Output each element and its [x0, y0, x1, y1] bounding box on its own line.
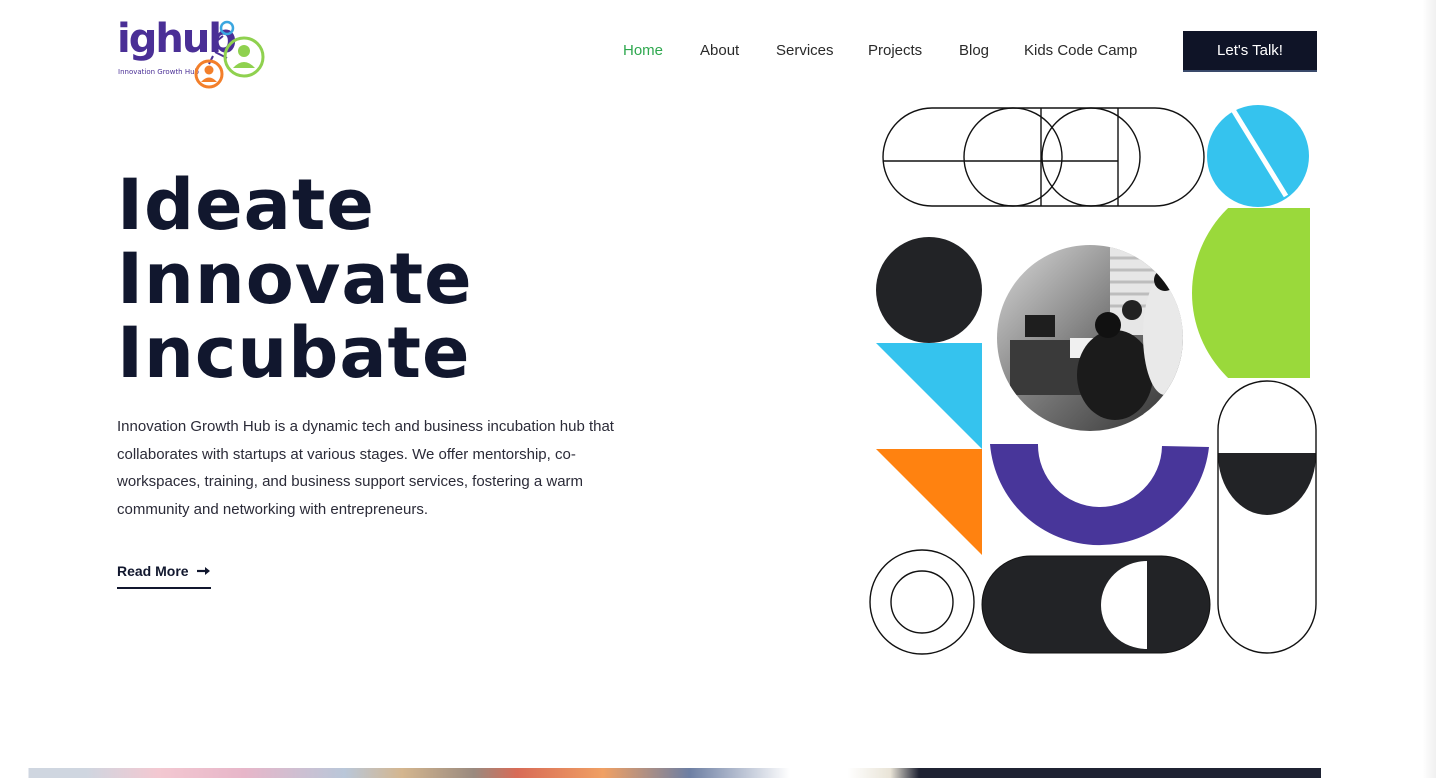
- nav-home[interactable]: Home: [623, 42, 663, 59]
- team-photo-circle: [997, 245, 1183, 431]
- hero-title-line-3: Incubate: [117, 312, 471, 394]
- lets-talk-button[interactable]: Let's Talk!: [1183, 31, 1317, 72]
- dark-toggle-pill-shape: [981, 555, 1211, 654]
- nav-kids-code-camp[interactable]: Kids Code Camp: [1024, 42, 1137, 59]
- dark-circle-shape: [876, 237, 982, 343]
- logo-people-icon: [194, 20, 265, 89]
- hero-title-line-1: Ideate: [117, 164, 375, 246]
- nav-about[interactable]: About: [700, 42, 739, 59]
- nav-projects[interactable]: Projects: [868, 42, 922, 59]
- scrollbar-shadow: [1422, 0, 1436, 778]
- arrow-right-icon: [196, 567, 210, 575]
- read-more-label: Read More: [117, 563, 189, 579]
- hero-description: Innovation Growth Hub is a dynamic tech …: [117, 418, 614, 518]
- blue-circle-shape: [1207, 105, 1309, 207]
- read-more-link[interactable]: Read More: [117, 563, 211, 589]
- orange-triangle-shape: [876, 449, 982, 555]
- purple-arc-shape: [990, 444, 1209, 546]
- outline-concentric-circles: [869, 549, 975, 655]
- nav-services[interactable]: Services: [776, 42, 834, 59]
- outline-pill-shape: [1217, 380, 1317, 654]
- nav-blog[interactable]: Blog: [959, 42, 989, 59]
- outline-rounded-shapes: [882, 107, 1205, 207]
- lime-half-circle-shape: [1192, 208, 1310, 378]
- next-section-preview-strip: [0, 768, 1436, 778]
- site-logo[interactable]: ighub Innovation Growth Hub: [117, 14, 269, 90]
- blue-triangle-shape: [876, 343, 982, 449]
- hero-title-line-2: Innovate: [117, 238, 473, 320]
- hero-geometric-artwork: [869, 105, 1317, 655]
- hero-title: Ideate Innovate Incubate: [117, 168, 473, 390]
